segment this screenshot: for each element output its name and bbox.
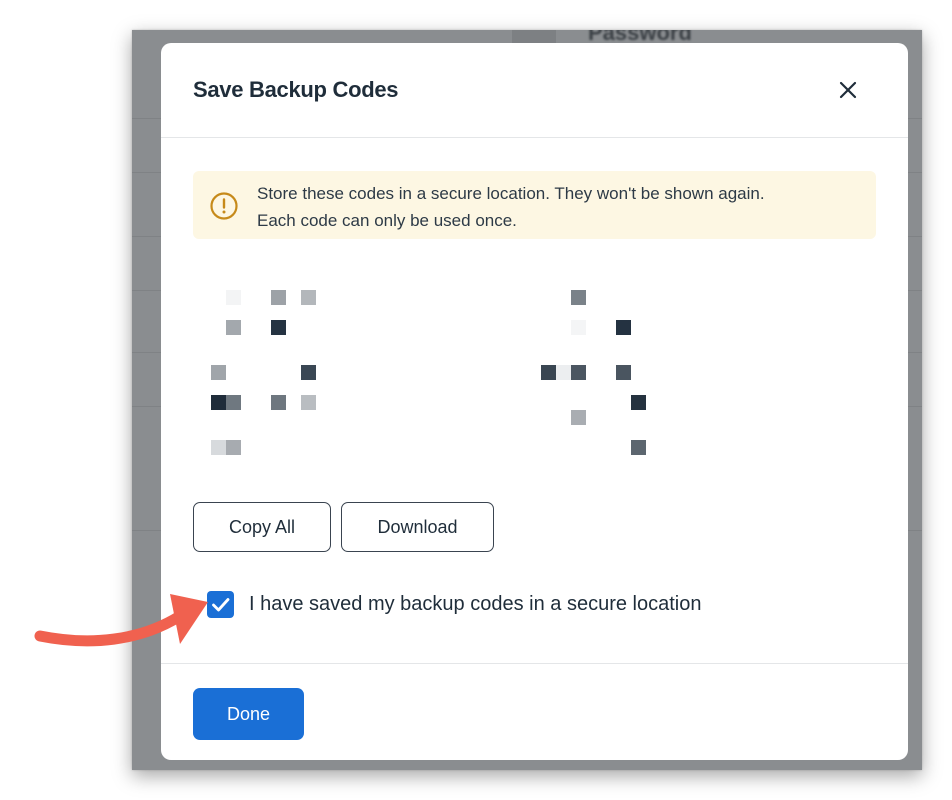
redacted-pixel: [211, 365, 226, 380]
done-button[interactable]: Done: [193, 688, 304, 740]
redacted-pixel: [571, 320, 586, 335]
alert-circle-icon: [209, 191, 239, 221]
redacted-pixel: [571, 290, 586, 305]
redacted-pixel: [631, 440, 646, 455]
redacted-pixel: [226, 440, 241, 455]
redacted-pixel: [631, 395, 646, 410]
redacted-pixel: [571, 410, 586, 425]
redacted-pixel: [616, 320, 631, 335]
annotation-arrow-icon: [34, 594, 208, 647]
backup-codes-redacted: [193, 275, 876, 475]
redacted-pixel: [541, 365, 556, 380]
screenshot-stage: Password Save Backup Codes Store these c…: [0, 0, 952, 800]
redacted-pixel: [556, 365, 571, 380]
redacted-pixel: [571, 365, 586, 380]
close-icon[interactable]: [835, 77, 861, 103]
redacted-pixel: [226, 395, 241, 410]
copy-all-button[interactable]: Copy All: [193, 502, 331, 552]
download-button[interactable]: Download: [341, 502, 494, 552]
redacted-pixel: [616, 365, 631, 380]
redacted-pixel: [301, 365, 316, 380]
redacted-pixel: [211, 440, 226, 455]
dialog-footer: Done: [161, 663, 908, 760]
warning-line-2: Each code can only be used once.: [257, 211, 517, 230]
redacted-pixel: [226, 290, 241, 305]
redacted-pixel: [301, 290, 316, 305]
redacted-pixel: [301, 395, 316, 410]
confirm-saved-label[interactable]: I have saved my backup codes in a secure…: [249, 593, 701, 616]
confirm-saved-row: I have saved my backup codes in a secure…: [207, 591, 807, 619]
redacted-pixel: [211, 395, 226, 410]
backup-codes-dialog: Save Backup Codes Store these codes in a…: [161, 43, 908, 760]
warning-text: Store these codes in a secure location. …: [257, 180, 867, 234]
dialog-title: Save Backup Codes: [193, 77, 399, 102]
redacted-pixel: [226, 320, 241, 335]
redacted-pixel: [271, 395, 286, 410]
redacted-pixel: [271, 320, 286, 335]
warning-banner: Store these codes in a secure location. …: [193, 171, 876, 239]
redacted-pixel: [271, 290, 286, 305]
warning-line-1: Store these codes in a secure location. …: [257, 184, 765, 203]
dialog-header: Save Backup Codes: [161, 43, 908, 138]
